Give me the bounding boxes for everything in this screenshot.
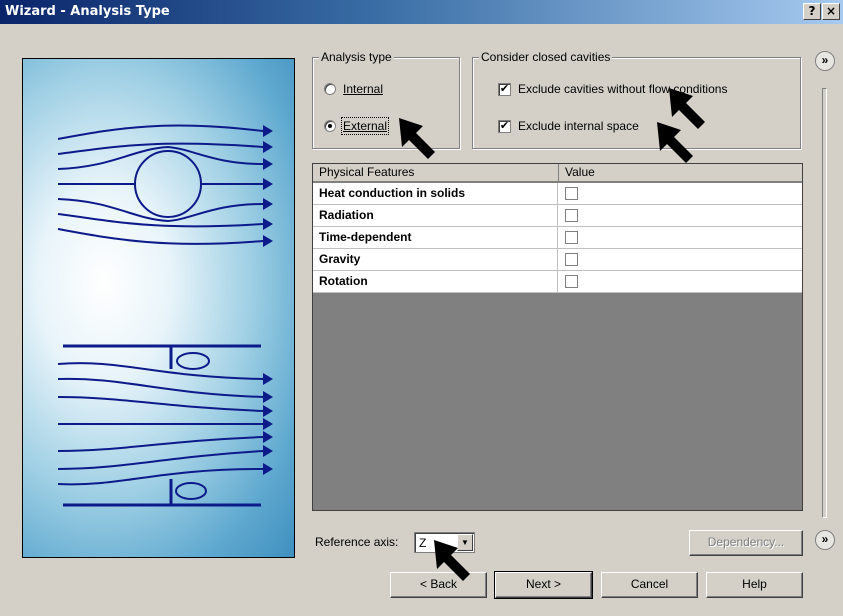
table-row[interactable]: Time-dependent	[313, 227, 802, 249]
feature-checkbox[interactable]	[565, 253, 578, 266]
help-title-button[interactable]: ?	[803, 3, 821, 20]
side-splitter[interactable]	[822, 88, 827, 518]
exclude-cavities-check-box[interactable]: ✔	[498, 82, 511, 96]
pointer-arrow-icon	[399, 118, 435, 159]
expand-top-button[interactable]: »	[815, 51, 835, 71]
reference-axis-value: Z	[419, 536, 427, 550]
feature-checkbox[interactable]	[565, 275, 578, 288]
pointer-arrow-icon	[657, 122, 693, 163]
title-bar: Wizard - Analysis Type ? ×	[0, 0, 843, 24]
dependency-button[interactable]: Dependency...	[689, 530, 803, 556]
flow-illustration	[22, 58, 295, 558]
feature-name: Radiation	[313, 205, 558, 226]
column-header-value[interactable]: Value	[559, 164, 802, 182]
internal-radio-label: Internal	[343, 82, 384, 96]
column-header-features[interactable]: Physical Features	[313, 164, 559, 182]
feature-name: Heat conduction in solids	[313, 183, 558, 204]
cancel-button[interactable]: Cancel	[601, 572, 698, 598]
exclude-internal-space-check-box[interactable]: ✔	[498, 119, 511, 133]
table-row[interactable]: Heat conduction in solids	[313, 183, 802, 205]
internal-radio[interactable]: Internal	[324, 82, 383, 96]
feature-name: Time-dependent	[313, 227, 558, 248]
table-row[interactable]: Radiation	[313, 205, 802, 227]
expand-bottom-button[interactable]: »	[815, 530, 835, 550]
physical-features-table: Physical Features Value Heat conduction …	[312, 163, 803, 511]
table-row[interactable]: Rotation	[313, 271, 802, 293]
exclude-internal-space-label: Exclude internal space	[518, 119, 639, 133]
analysis-type-legend: Analysis type	[319, 50, 394, 64]
help-button[interactable]: Help	[706, 572, 803, 598]
close-title-button[interactable]: ×	[822, 3, 840, 20]
internal-radio-circle[interactable]	[324, 83, 336, 95]
window-title: Wizard - Analysis Type	[5, 4, 170, 19]
closed-cavities-legend: Consider closed cavities	[479, 50, 613, 64]
feature-checkbox[interactable]	[565, 231, 578, 244]
pointer-arrow-icon	[434, 540, 470, 581]
feature-checkbox[interactable]	[565, 187, 578, 200]
external-radio-label: External	[340, 117, 390, 135]
reference-axis-label: Reference axis:	[315, 535, 399, 549]
next-button[interactable]: Next >	[494, 571, 593, 599]
exclude-internal-space-checkbox[interactable]: ✔ Exclude internal space	[498, 119, 639, 133]
closed-cavities-group: Consider closed cavities ✔ Exclude cavit…	[472, 50, 801, 149]
external-radio-circle[interactable]	[324, 120, 336, 132]
flow-lines-graphic	[57, 124, 273, 507]
table-header: Physical Features Value	[313, 164, 802, 182]
feature-checkbox[interactable]	[565, 209, 578, 222]
external-radio[interactable]: External	[324, 117, 390, 135]
feature-name: Rotation	[313, 271, 558, 292]
feature-name: Gravity	[313, 249, 558, 270]
table-row[interactable]: Gravity	[313, 249, 802, 271]
